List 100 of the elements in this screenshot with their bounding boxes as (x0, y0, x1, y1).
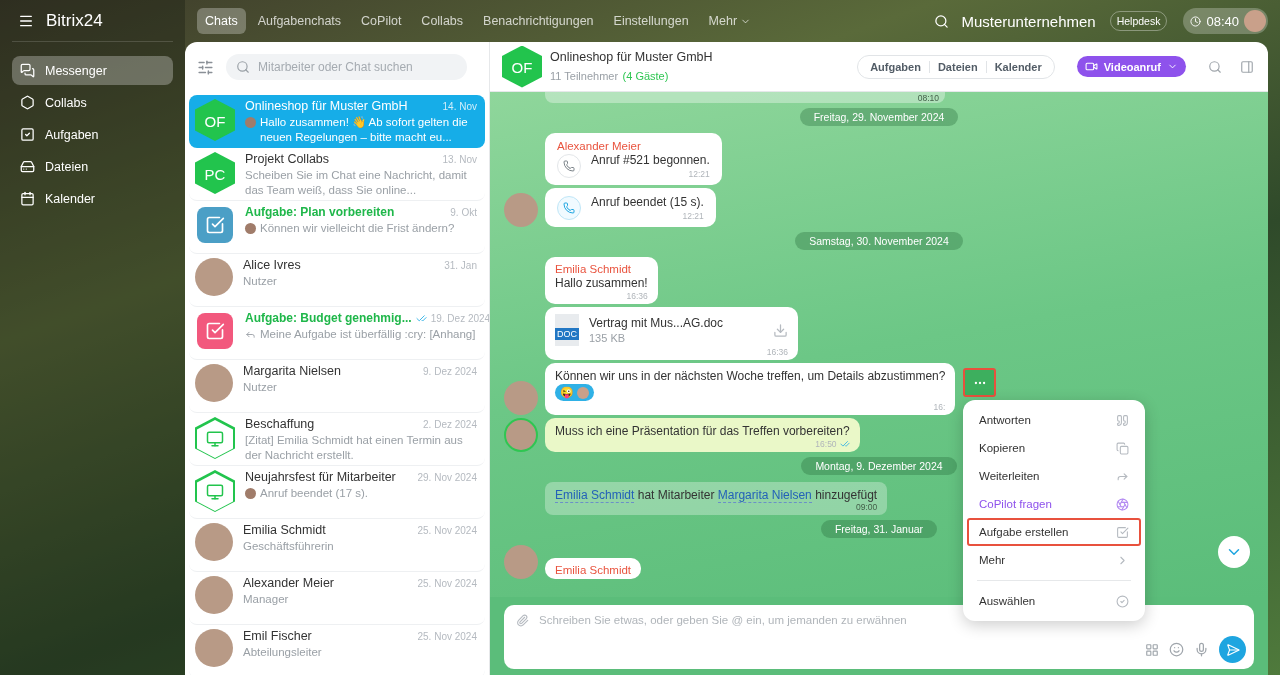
group-avatar: PC (195, 152, 235, 194)
sidebar-item[interactable]: Dateien (12, 152, 173, 181)
microphone-icon[interactable] (1194, 642, 1209, 657)
more-button[interactable] (963, 368, 996, 397)
chat-list-item[interactable]: Beschaffung 2. Dez 2024 [Zitat] Emilia Schmidt hat einen Termin aus der Nachricht erstellt. (189, 413, 485, 466)
message-text: Anruf beendet (15 s). (591, 195, 704, 209)
chat-date: 31. Jan (444, 259, 477, 271)
group-avatar: OF (502, 45, 542, 88)
chat-title: Projekt Collabs (245, 152, 330, 166)
chat-bubbles-icon (20, 63, 35, 78)
message-time: 16:36 (626, 291, 648, 301)
file-size: 135 KB (589, 332, 627, 344)
message-time: 09:00 (855, 502, 878, 512)
check-circle-icon (1116, 594, 1129, 608)
chat-list-item[interactable]: Neujahrsfest für Mitarbeiter 29. Nov 2024 Anruf beendet (17 s). (189, 466, 485, 519)
chat-preview: Nutzer (243, 380, 277, 395)
avatar-circle (195, 258, 233, 296)
chat-title: Alice Ivres (243, 258, 301, 272)
header-button[interactable]: Kalender (985, 60, 1050, 73)
chat-preview: Meine Aufgabe ist überfällig :cry: [Anhang] (260, 327, 476, 342)
search-icon (236, 60, 250, 74)
chat-title: Beschaffung (245, 417, 315, 431)
nav-tab[interactable]: Collabs (413, 8, 472, 34)
menu-item[interactable]: Mehr (967, 546, 1141, 574)
smiley-icon[interactable] (1169, 642, 1184, 657)
chat-date: 29. Nov 2024 (417, 471, 477, 483)
menu-item[interactable]: Kopieren (967, 434, 1141, 462)
message-text: Hallo zusammen! (555, 276, 648, 290)
nav-tab[interactable]: Aufgabenchats (249, 8, 350, 34)
chat-date: 13. Nov (442, 153, 477, 165)
chat-preview: Können wir vielleicht die Frist ändern? (260, 221, 455, 236)
search-icon[interactable] (934, 13, 950, 29)
chat-preview: Abteilungsleiter (243, 645, 322, 660)
sender-name: Emilia Schmidt (555, 263, 633, 275)
menu-item[interactable]: Weiterleiten (967, 462, 1141, 490)
brand-logo[interactable]: Bitrix24 (46, 10, 103, 31)
send-icon (1225, 642, 1240, 657)
hexagon-icon (20, 95, 35, 110)
send-button[interactable] (1219, 636, 1246, 663)
chat-date: 25. Nov 2024 (417, 524, 477, 536)
chat-preview: Scheiben Sie im Chat eine Nachricht, damit das Team weiß, dass Sie online... (245, 168, 468, 198)
checkbox-icon (20, 127, 35, 142)
filter-icon[interactable] (197, 58, 214, 76)
sender-name: Alexander Meier (557, 140, 642, 152)
search-field[interactable]: Mitarbeiter oder Chat suchen (226, 54, 467, 80)
menu-item[interactable]: Antworten (967, 406, 1141, 434)
checkbox-icon (1116, 525, 1129, 539)
nav-tab[interactable]: Benachrichtigungen (475, 8, 602, 34)
chat-title: Emil Fischer (243, 629, 312, 643)
avatar-circle (1244, 10, 1266, 32)
spiral-icon (1116, 497, 1129, 511)
guest-count: (4 Gäste) (622, 69, 669, 82)
user-link[interactable]: Emilia Schmidt (555, 488, 635, 503)
menu-item[interactable]: Auswählen (967, 587, 1141, 615)
chat-list-item[interactable]: PC Projekt Collabs 13. Nov Scheiben Sie im Chat eine Nachricht, damit das Team weiß, dass Sie online... (189, 148, 485, 201)
more-tab[interactable]: Mehr (700, 8, 760, 34)
date-divider: Samstag, 30. November 2024 (795, 232, 963, 250)
video-call-button[interactable]: Videoanruf (1076, 56, 1186, 77)
message-time: 08:10 (917, 93, 939, 103)
sidebar-toggle-icon[interactable] (1240, 59, 1254, 74)
header-button[interactable]: Dateien (928, 60, 986, 73)
menu-item[interactable]: CoPilot fragen (967, 490, 1141, 518)
chat-list-item[interactable]: Emil Fischer 25. Nov 2024 Abteilungsleiter (189, 625, 485, 675)
sidebar-item[interactable]: Kalender (12, 184, 173, 213)
time-tracker-button[interactable]: 08:40 (1183, 8, 1268, 34)
paperclip-icon[interactable] (516, 613, 529, 627)
message-text: Muss ich eine Präsentation für das Treffen vorbereiten? (555, 424, 850, 438)
download-icon[interactable] (773, 322, 789, 338)
header-button[interactable]: Aufgaben (862, 60, 929, 73)
group-avatar: OF (195, 99, 235, 141)
chat-title: Aufgabe: Budget genehmig... (245, 311, 412, 325)
sidebar-item[interactable]: Collabs (12, 88, 173, 117)
sender-name: Emilia Schmidt (555, 564, 632, 576)
nav-tab[interactable]: Einstellungen (605, 8, 697, 34)
date-divider: Freitag, 31. Januar (820, 520, 938, 538)
grid-icon[interactable] (1145, 642, 1159, 657)
drive-icon (20, 159, 35, 174)
chat-list-item[interactable]: Alexander Meier 25. Nov 2024 Manager (189, 572, 485, 625)
chat-list-item[interactable]: Margarita Nielsen 9. Dez 2024 Nutzer (189, 360, 485, 413)
file-name: Vertrag mit Mus...AG.doc (589, 316, 724, 330)
chat-preview: Nutzer (243, 274, 277, 289)
quote-icon (1116, 413, 1129, 427)
nav-tab[interactable]: Chats (197, 8, 246, 34)
message-text: Anruf #521 begonnen. (591, 153, 710, 167)
chat-title: Emilia Schmidt (243, 523, 326, 537)
chat-list-item[interactable]: Emilia Schmidt 25. Nov 2024 Geschäftsführerin (189, 519, 485, 572)
file-type-label: DOC (555, 328, 579, 340)
message-time: 16: (933, 402, 946, 412)
nav-tab[interactable]: CoPilot (353, 8, 410, 34)
sidebar-item[interactable]: Aufgaben (12, 120, 173, 149)
message-time: 16:36 (766, 347, 789, 357)
chat-list-item[interactable]: Alice Ivres 31. Jan Nutzer (189, 254, 485, 307)
chat-title: Aufgabe: Plan vorbereiten (245, 205, 395, 219)
menu-item[interactable]: Aufgabe erstellen (967, 518, 1141, 546)
chat-date: 25. Nov 2024 (417, 577, 477, 589)
avatar-circle (195, 364, 233, 402)
sidebar-item[interactable]: Messenger (12, 56, 173, 85)
clock-icon (1190, 15, 1202, 27)
user-link[interactable]: Margarita Nielsen (717, 488, 812, 503)
message-text: Können wir uns in der nächsten Woche treffen, um Details abzustimmen? (555, 369, 946, 383)
